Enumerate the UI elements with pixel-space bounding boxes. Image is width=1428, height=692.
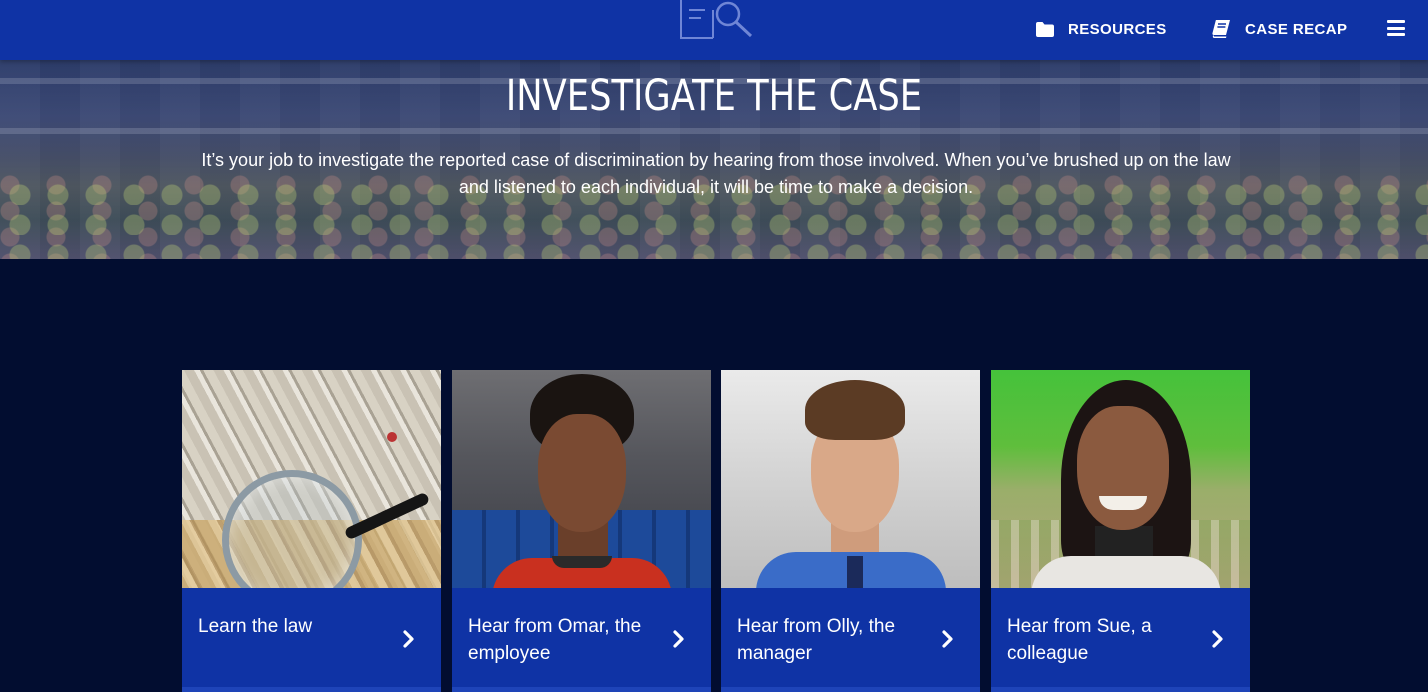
olly-portrait-photo xyxy=(721,370,980,588)
nav-case-recap-link[interactable]: CASE RECAP xyxy=(1211,18,1347,40)
chevron-right-icon[interactable] xyxy=(672,630,686,648)
intro-text: It’s your job to investigate the reporte… xyxy=(201,150,1231,197)
book-icon xyxy=(1212,20,1230,38)
card-underline xyxy=(182,687,441,692)
card-caption[interactable]: Hear from Omar, the employee xyxy=(452,588,711,687)
card-hear-from-omar[interactable]: Hear from Omar, the employee xyxy=(452,370,711,692)
card-label: Hear from Olly, the manager xyxy=(737,616,896,664)
card-hear-from-olly[interactable]: Hear from Olly, the manager xyxy=(721,370,980,692)
background-shelf xyxy=(0,128,1428,134)
card-label: Hear from Sue, a colleague xyxy=(1007,616,1152,664)
chevron-right-icon[interactable] xyxy=(1211,630,1225,648)
chevron-right-icon[interactable] xyxy=(402,630,416,648)
omar-portrait-photo xyxy=(452,370,711,588)
card-learn-the-law[interactable]: Learn the law xyxy=(182,370,441,692)
card-label: Learn the law xyxy=(198,616,313,637)
card-caption[interactable]: Learn the law xyxy=(182,588,441,687)
nav-resources-label: RESOURCES xyxy=(1068,20,1167,38)
hamburger-menu-icon[interactable] xyxy=(1387,20,1405,36)
folder-icon xyxy=(1036,21,1054,37)
sue-portrait-photo xyxy=(991,370,1250,588)
nav-resources-link[interactable]: RESOURCES xyxy=(1036,18,1167,40)
chevron-right-icon[interactable] xyxy=(941,630,955,648)
card-underline xyxy=(721,687,980,692)
top-navigation-bar: RESOURCES CASE RECAP xyxy=(0,0,1428,60)
document-magnifier-icon[interactable] xyxy=(679,0,755,40)
files-magnifying-glass-photo xyxy=(182,370,441,588)
page-title: INVESTIGATE THE CASE xyxy=(505,71,923,121)
card-hear-from-sue[interactable]: Hear from Sue, a colleague xyxy=(991,370,1250,692)
card-caption[interactable]: Hear from Olly, the manager xyxy=(721,588,980,687)
nav-case-recap-label: CASE RECAP xyxy=(1245,20,1348,38)
card-caption[interactable]: Hear from Sue, a colleague xyxy=(991,588,1250,687)
card-underline xyxy=(991,687,1250,692)
card-underline xyxy=(452,687,711,692)
card-label: Hear from Omar, the employee xyxy=(468,616,642,664)
